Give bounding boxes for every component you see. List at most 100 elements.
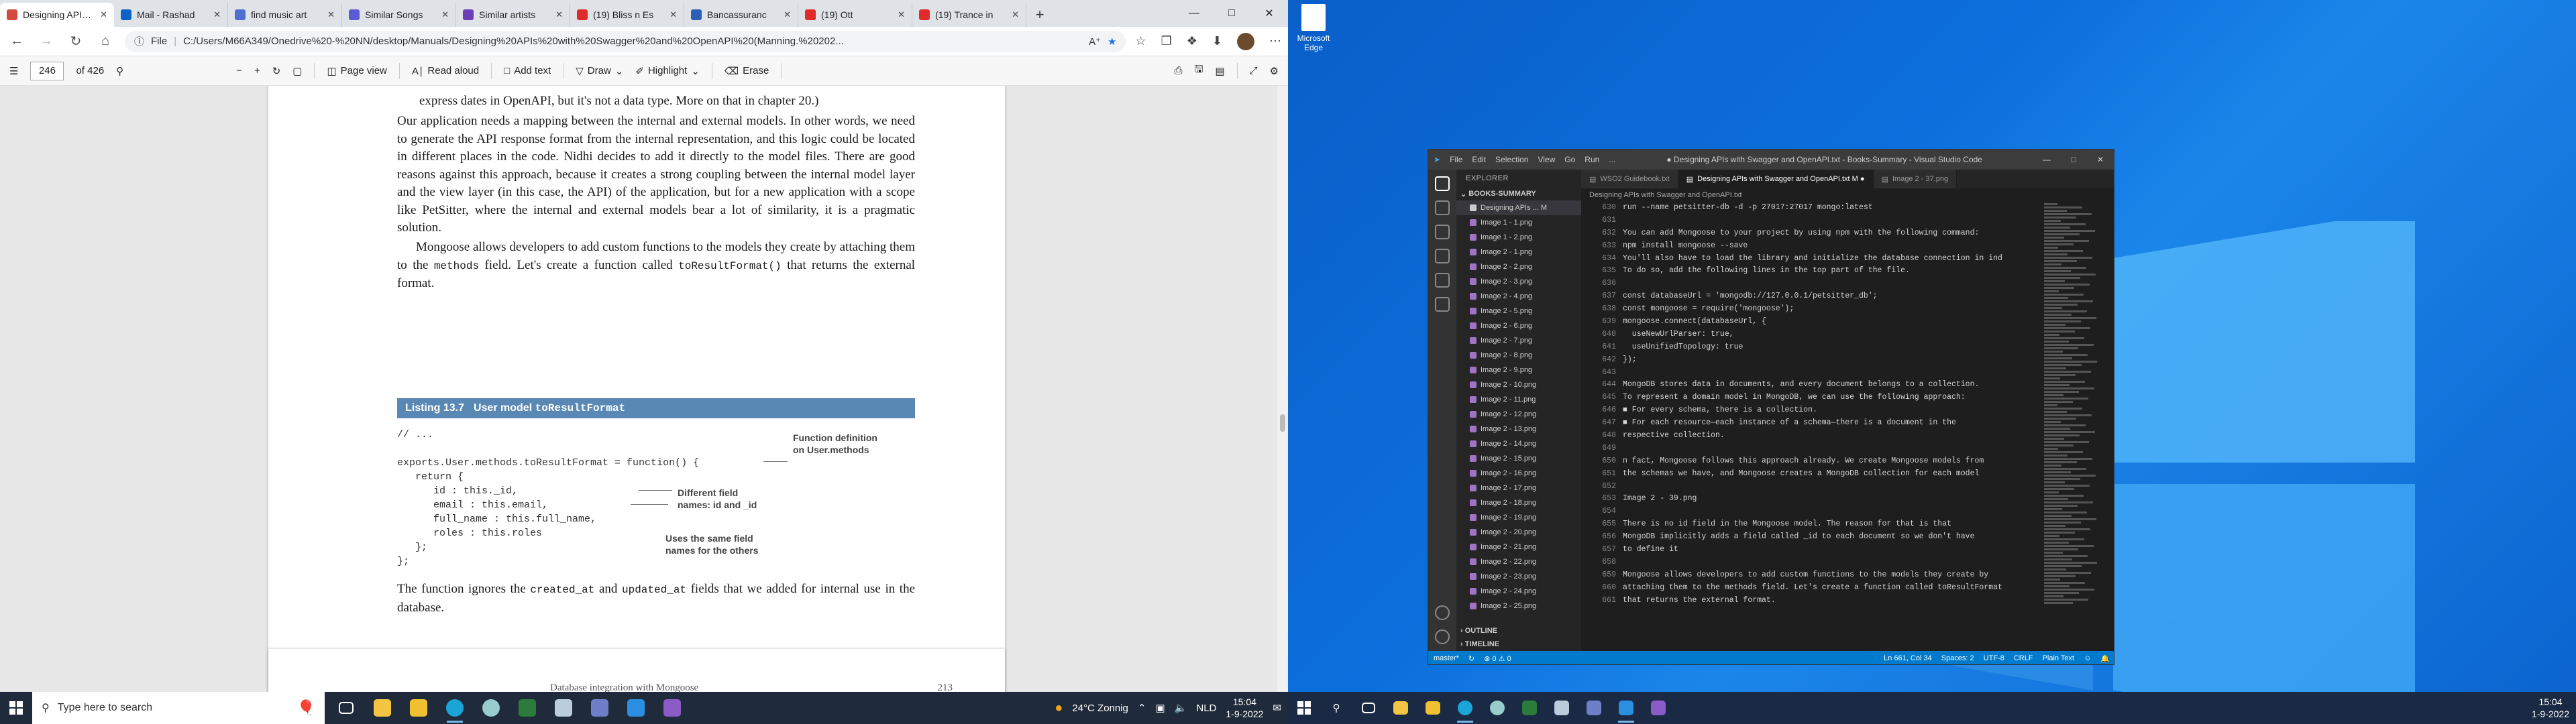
start-button[interactable] xyxy=(1288,692,1320,724)
read-aloud-icon[interactable]: A⁺ xyxy=(1089,36,1101,48)
language-indicator[interactable]: NLD xyxy=(1196,703,1216,714)
add-text-button[interactable]: □ Add text xyxy=(504,65,551,76)
editor-line[interactable]: to define it xyxy=(1623,544,2044,556)
browser-tab[interactable]: Bancassuranc ✕ xyxy=(684,3,798,27)
explorer-file-item[interactable]: Image 1 - 1.png xyxy=(1456,215,1581,230)
manage-gear-icon[interactable] xyxy=(1435,629,1450,644)
favorites-icon[interactable]: ☆ xyxy=(1135,34,1146,48)
favorite-star-icon[interactable]: ★ xyxy=(1108,36,1116,48)
explorer-file-item[interactable]: Image 2 - 24.png xyxy=(1456,584,1581,599)
encoding[interactable]: UTF-8 xyxy=(1984,654,2004,662)
editor-line[interactable]: that returns the external format. xyxy=(1623,595,2044,607)
vscode-icon[interactable] xyxy=(620,692,652,724)
page-view-button[interactable]: ◫ Page view xyxy=(327,65,386,77)
explorer-file-item[interactable]: Image 2 - 14.png xyxy=(1456,436,1581,451)
editor-line[interactable]: run --name petsitter-db -d -p 27017:2701… xyxy=(1623,202,2044,215)
editor-tab[interactable]: ▤ WSO2 Guidebook.txt xyxy=(1581,170,1678,188)
task-view-icon[interactable] xyxy=(1352,692,1385,724)
tab-close-icon[interactable]: ✕ xyxy=(784,9,791,20)
menu-item[interactable]: ... xyxy=(1609,155,1615,164)
collections-icon[interactable]: ❐ xyxy=(1161,34,1172,48)
close-icon[interactable]: ✕ xyxy=(1250,0,1288,27)
search-icon[interactable] xyxy=(1435,200,1450,215)
tab-close-icon[interactable]: ✕ xyxy=(898,9,905,20)
file-explorer-icon[interactable] xyxy=(1385,692,1417,724)
explorer-file-item[interactable]: Image 2 - 20.png xyxy=(1456,525,1581,540)
timeline-section[interactable]: › TIMELINE xyxy=(1456,638,1581,651)
editor-content[interactable]: run --name petsitter-db -d -p 27017:2701… xyxy=(1623,202,2044,607)
store-icon[interactable] xyxy=(1417,692,1449,724)
explorer-file-item[interactable]: Image 2 - 25.png xyxy=(1456,599,1581,613)
chevron-up-icon[interactable]: ⌃ xyxy=(1138,702,1146,714)
explorer-file-item[interactable]: Image 2 - 11.png xyxy=(1456,392,1581,407)
explorer-file-item[interactable]: Designing APIs ... M xyxy=(1456,200,1581,215)
explorer-file-item[interactable]: Image 2 - 8.png xyxy=(1456,348,1581,363)
eol[interactable]: CRLF xyxy=(2014,654,2033,662)
tab-close-icon[interactable]: ✕ xyxy=(327,9,335,20)
editor-line[interactable]: To represent a domain model in MongoDB, … xyxy=(1623,391,2044,404)
tab-close-icon[interactable]: ✕ xyxy=(441,9,449,20)
explorer-file-item[interactable]: Image 2 - 22.png xyxy=(1456,554,1581,569)
close-icon[interactable]: ✕ xyxy=(2087,155,2114,164)
menu-item[interactable]: Run xyxy=(1585,155,1599,164)
explorer-file-item[interactable]: Image 2 - 12.png xyxy=(1456,407,1581,422)
search-icon[interactable]: ⚲ xyxy=(1320,692,1352,724)
contents-icon[interactable]: ☰ xyxy=(9,65,18,77)
editor-line[interactable]: respective collection. xyxy=(1623,430,2044,442)
app-icon[interactable] xyxy=(656,692,688,724)
tab-close-icon[interactable]: ✕ xyxy=(100,9,107,20)
editor-line[interactable]: Mongoose allows developers to add custom… xyxy=(1623,569,2044,582)
explorer-file-item[interactable]: Image 2 - 7.png xyxy=(1456,333,1581,348)
editor-tab[interactable]: ▤ Image 2 - 37.png xyxy=(1873,170,1957,188)
editor-line[interactable]: useNewUrlParser: true, xyxy=(1623,328,2044,341)
explorer-file-item[interactable]: Image 2 - 3.png xyxy=(1456,274,1581,289)
editor-line[interactable]: There is no id field in the Mongoose mod… xyxy=(1623,518,2044,531)
desktop-shortcut[interactable]: Microsoft Edge xyxy=(1293,4,1334,52)
network-icon[interactable]: ▣ xyxy=(1155,702,1165,714)
remote-icon[interactable] xyxy=(1435,297,1450,312)
explorer-file-item[interactable]: Image 2 - 15.png xyxy=(1456,451,1581,466)
maximize-icon[interactable]: □ xyxy=(1213,0,1250,27)
app-icon[interactable] xyxy=(511,692,543,724)
editor-line[interactable]: Image 2 - 39.png xyxy=(1623,493,2044,505)
explorer-file-item[interactable]: Image 2 - 2.png xyxy=(1456,259,1581,274)
explorer-file-item[interactable]: Image 2 - 1.png xyxy=(1456,245,1581,259)
explorer-file-item[interactable]: Image 2 - 23.png xyxy=(1456,569,1581,584)
minimize-icon[interactable]: — xyxy=(2033,155,2060,164)
clock[interactable]: 15:04 1-9-2022 xyxy=(2532,696,2569,720)
zoom-out-icon[interactable]: − xyxy=(236,65,242,76)
page-number-input[interactable]: 246 xyxy=(30,61,64,80)
profile-avatar[interactable] xyxy=(1237,32,1254,50)
explorer-file-item[interactable]: Image 2 - 5.png xyxy=(1456,304,1581,318)
editor-tab[interactable]: ▤ Designing APIs with Swagger and OpenAPI… xyxy=(1678,170,1874,188)
editor-line[interactable]: }); xyxy=(1623,354,2044,367)
browser-tab[interactable]: (19) Trance in ✕ xyxy=(912,3,1026,27)
editor-line[interactable]: You'll also have to load the library and… xyxy=(1623,253,2044,265)
zoom-in-icon[interactable]: + xyxy=(254,65,260,76)
save-icon[interactable]: 🖫 xyxy=(1195,62,1203,79)
browser-tab[interactable]: Similar artists ✕ xyxy=(456,3,570,27)
feedback-icon[interactable]: ☺ xyxy=(2084,654,2091,662)
editor-line[interactable]: ■ For each resource—each instance of a s… xyxy=(1623,417,2044,430)
app-icon[interactable] xyxy=(1481,692,1513,724)
home-icon[interactable]: ⌂ xyxy=(95,34,115,49)
sync-icon[interactable]: ↻ xyxy=(1468,654,1474,663)
scrollbar-thumb[interactable] xyxy=(1280,414,1285,432)
problems-indicator[interactable]: ⊗ 0 ⚠ 0 xyxy=(1484,654,1511,663)
editor-line[interactable]: You can add Mongoose to your project by … xyxy=(1623,227,2044,240)
editor-line[interactable]: useUnifiedTopology: true xyxy=(1623,341,2044,354)
fit-page-icon[interactable]: ▢ xyxy=(292,65,302,77)
settings-icon[interactable]: ⚙ xyxy=(1270,65,1279,77)
editor-line[interactable]: mongoose.connect(databaseUrl, { xyxy=(1623,316,2044,328)
refresh-icon[interactable]: ↻ xyxy=(66,33,86,50)
explorer-icon[interactable] xyxy=(1435,176,1450,191)
taskbar-search[interactable]: ⚲ Type here to search 🎈 xyxy=(32,692,325,724)
editor-line[interactable]: const databaseUrl = 'mongodb://127.0.0.1… xyxy=(1623,290,2044,303)
app-icon[interactable] xyxy=(1546,692,1578,724)
breadcrumb[interactable]: Designing APIs with Swagger and OpenAPI.… xyxy=(1581,188,2114,202)
erase-button[interactable]: ⌫ Erase xyxy=(724,65,769,77)
folder-header[interactable]: ⌄ BOOKS-SUMMARY xyxy=(1456,187,1581,200)
browser-tab[interactable]: find music art ✕ xyxy=(228,3,342,27)
editor-line[interactable] xyxy=(1623,442,2044,455)
branch-indicator[interactable]: master* xyxy=(1434,654,1459,662)
